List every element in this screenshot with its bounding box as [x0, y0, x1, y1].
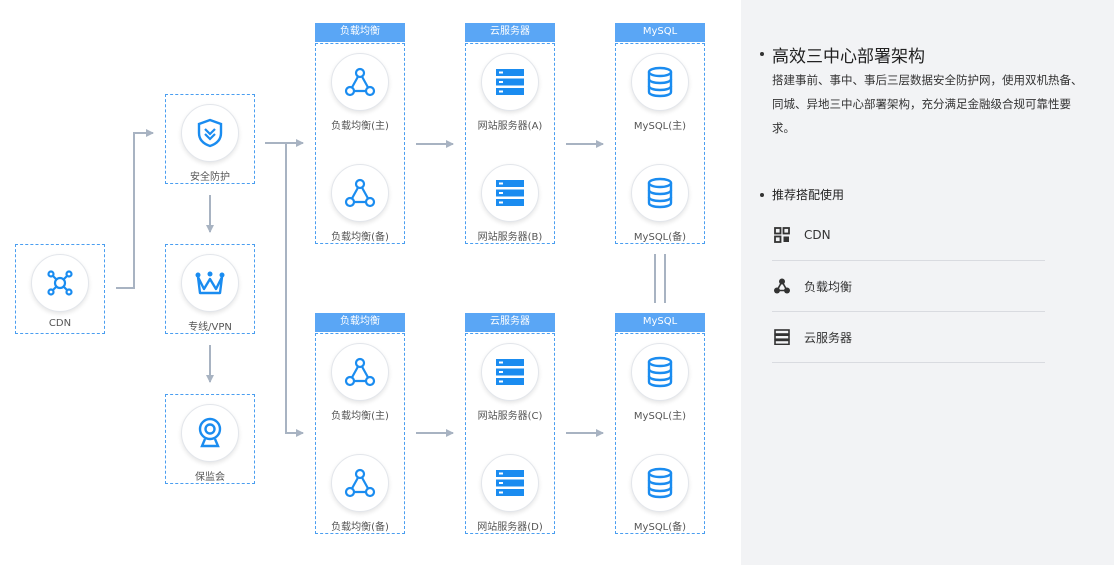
upper-lb-primary-label: 负载均衡(主): [331, 121, 389, 132]
server-icon: [481, 343, 539, 401]
upper-db-header: MySQL: [615, 23, 705, 42]
recommend-title: 推荐搭配使用: [772, 188, 845, 202]
lower-db-primary-label: MySQL(主): [633, 411, 687, 422]
shield-check-icon: [181, 104, 239, 162]
database-icon: [631, 53, 689, 111]
regulator-label: 保监会: [195, 472, 225, 483]
cdn-node: CDN: [15, 254, 105, 329]
grid-icon: [772, 225, 792, 245]
recommend-item-cdn[interactable]: CDN: [772, 210, 1045, 261]
load-balancer-icon: [331, 164, 389, 222]
lower-server-c: 网站服务器(C): [465, 343, 555, 422]
upper-lb-backup: 负载均衡(备): [315, 164, 405, 243]
lower-lb-backup: 负载均衡(备): [315, 454, 405, 533]
lower-db-backup-label: MySQL(备): [633, 522, 687, 533]
server-icon: [772, 327, 792, 347]
upper-db-primary-label: MySQL(主): [633, 121, 687, 132]
upper-server-a-label: 网站服务器(A): [477, 121, 543, 132]
vpn-node: 专线/VPN: [165, 254, 255, 333]
load-balancer-icon: [331, 53, 389, 111]
title-bullet: [760, 52, 764, 56]
database-icon: [631, 343, 689, 401]
recommend-item-label: 云服务器: [804, 330, 853, 345]
lower-server-header: 云服务器: [465, 313, 555, 332]
lower-db-primary: MySQL(主): [615, 343, 705, 422]
server-icon: [481, 454, 539, 512]
upper-db-backup-label: MySQL(备): [633, 232, 687, 243]
security-label: 安全防护: [190, 172, 230, 183]
recommend-bullet: [760, 193, 764, 197]
architecture-diagram: CDN 安全防护 专线/VPN 保监会 负载均衡 负载均衡(主) 负载均衡(备): [0, 0, 740, 565]
recommend-item-cloud-server[interactable]: 云服务器: [772, 312, 1045, 363]
load-balance-icon: [772, 276, 792, 296]
arrow-security-to-lower-lb: [285, 143, 304, 437]
upper-server-header: 云服务器: [465, 23, 555, 42]
network-hub-icon: [31, 254, 89, 312]
lower-lb-backup-label: 负载均衡(备): [331, 522, 389, 533]
server-icon: [481, 53, 539, 111]
lower-server-d-label: 网站服务器(D): [477, 522, 543, 533]
recommend-item-load-balance[interactable]: 负载均衡: [772, 261, 1045, 312]
lower-lb-header: 负载均衡: [315, 313, 405, 332]
recommend-item-label: CDN: [804, 228, 831, 242]
lower-db-header: MySQL: [615, 313, 705, 332]
upper-server-b-label: 网站服务器(B): [477, 232, 543, 243]
recommend-item-label: 负载均衡: [804, 279, 853, 294]
crown-icon: [181, 254, 239, 312]
upper-db-primary: MySQL(主): [615, 53, 705, 132]
regulator-node: 保监会: [165, 404, 255, 483]
upper-db-backup: MySQL(备): [615, 164, 705, 243]
upper-server-b: 网站服务器(B): [465, 164, 555, 243]
load-balancer-icon: [331, 454, 389, 512]
vpn-label: 专线/VPN: [188, 322, 232, 333]
lower-lb-primary: 负载均衡(主): [315, 343, 405, 422]
panel-title: 高效三中心部署架构: [772, 47, 925, 67]
database-icon: [631, 454, 689, 512]
upper-lb-header: 负载均衡: [315, 23, 405, 42]
upper-lb-primary: 负载均衡(主): [315, 53, 405, 132]
webcam-icon: [181, 404, 239, 462]
database-icon: [631, 164, 689, 222]
panel-description: 搭建事前、事中、事后三层数据安全防护网，使用双机热备、同城、异地三中心部署架构，…: [772, 73, 1083, 135]
lower-server-c-label: 网站服务器(C): [477, 411, 543, 422]
upper-server-a: 网站服务器(A): [465, 53, 555, 132]
arrow-cdn-to-security: [116, 129, 154, 289]
load-balancer-icon: [331, 343, 389, 401]
lower-server-d: 网站服务器(D): [465, 454, 555, 533]
cdn-label: CDN: [48, 318, 72, 329]
server-icon: [481, 164, 539, 222]
upper-lb-backup-label: 负载均衡(备): [331, 232, 389, 243]
security-node: 安全防护: [165, 104, 255, 183]
lower-db-backup: MySQL(备): [615, 454, 705, 533]
lower-lb-primary-label: 负载均衡(主): [331, 411, 389, 422]
